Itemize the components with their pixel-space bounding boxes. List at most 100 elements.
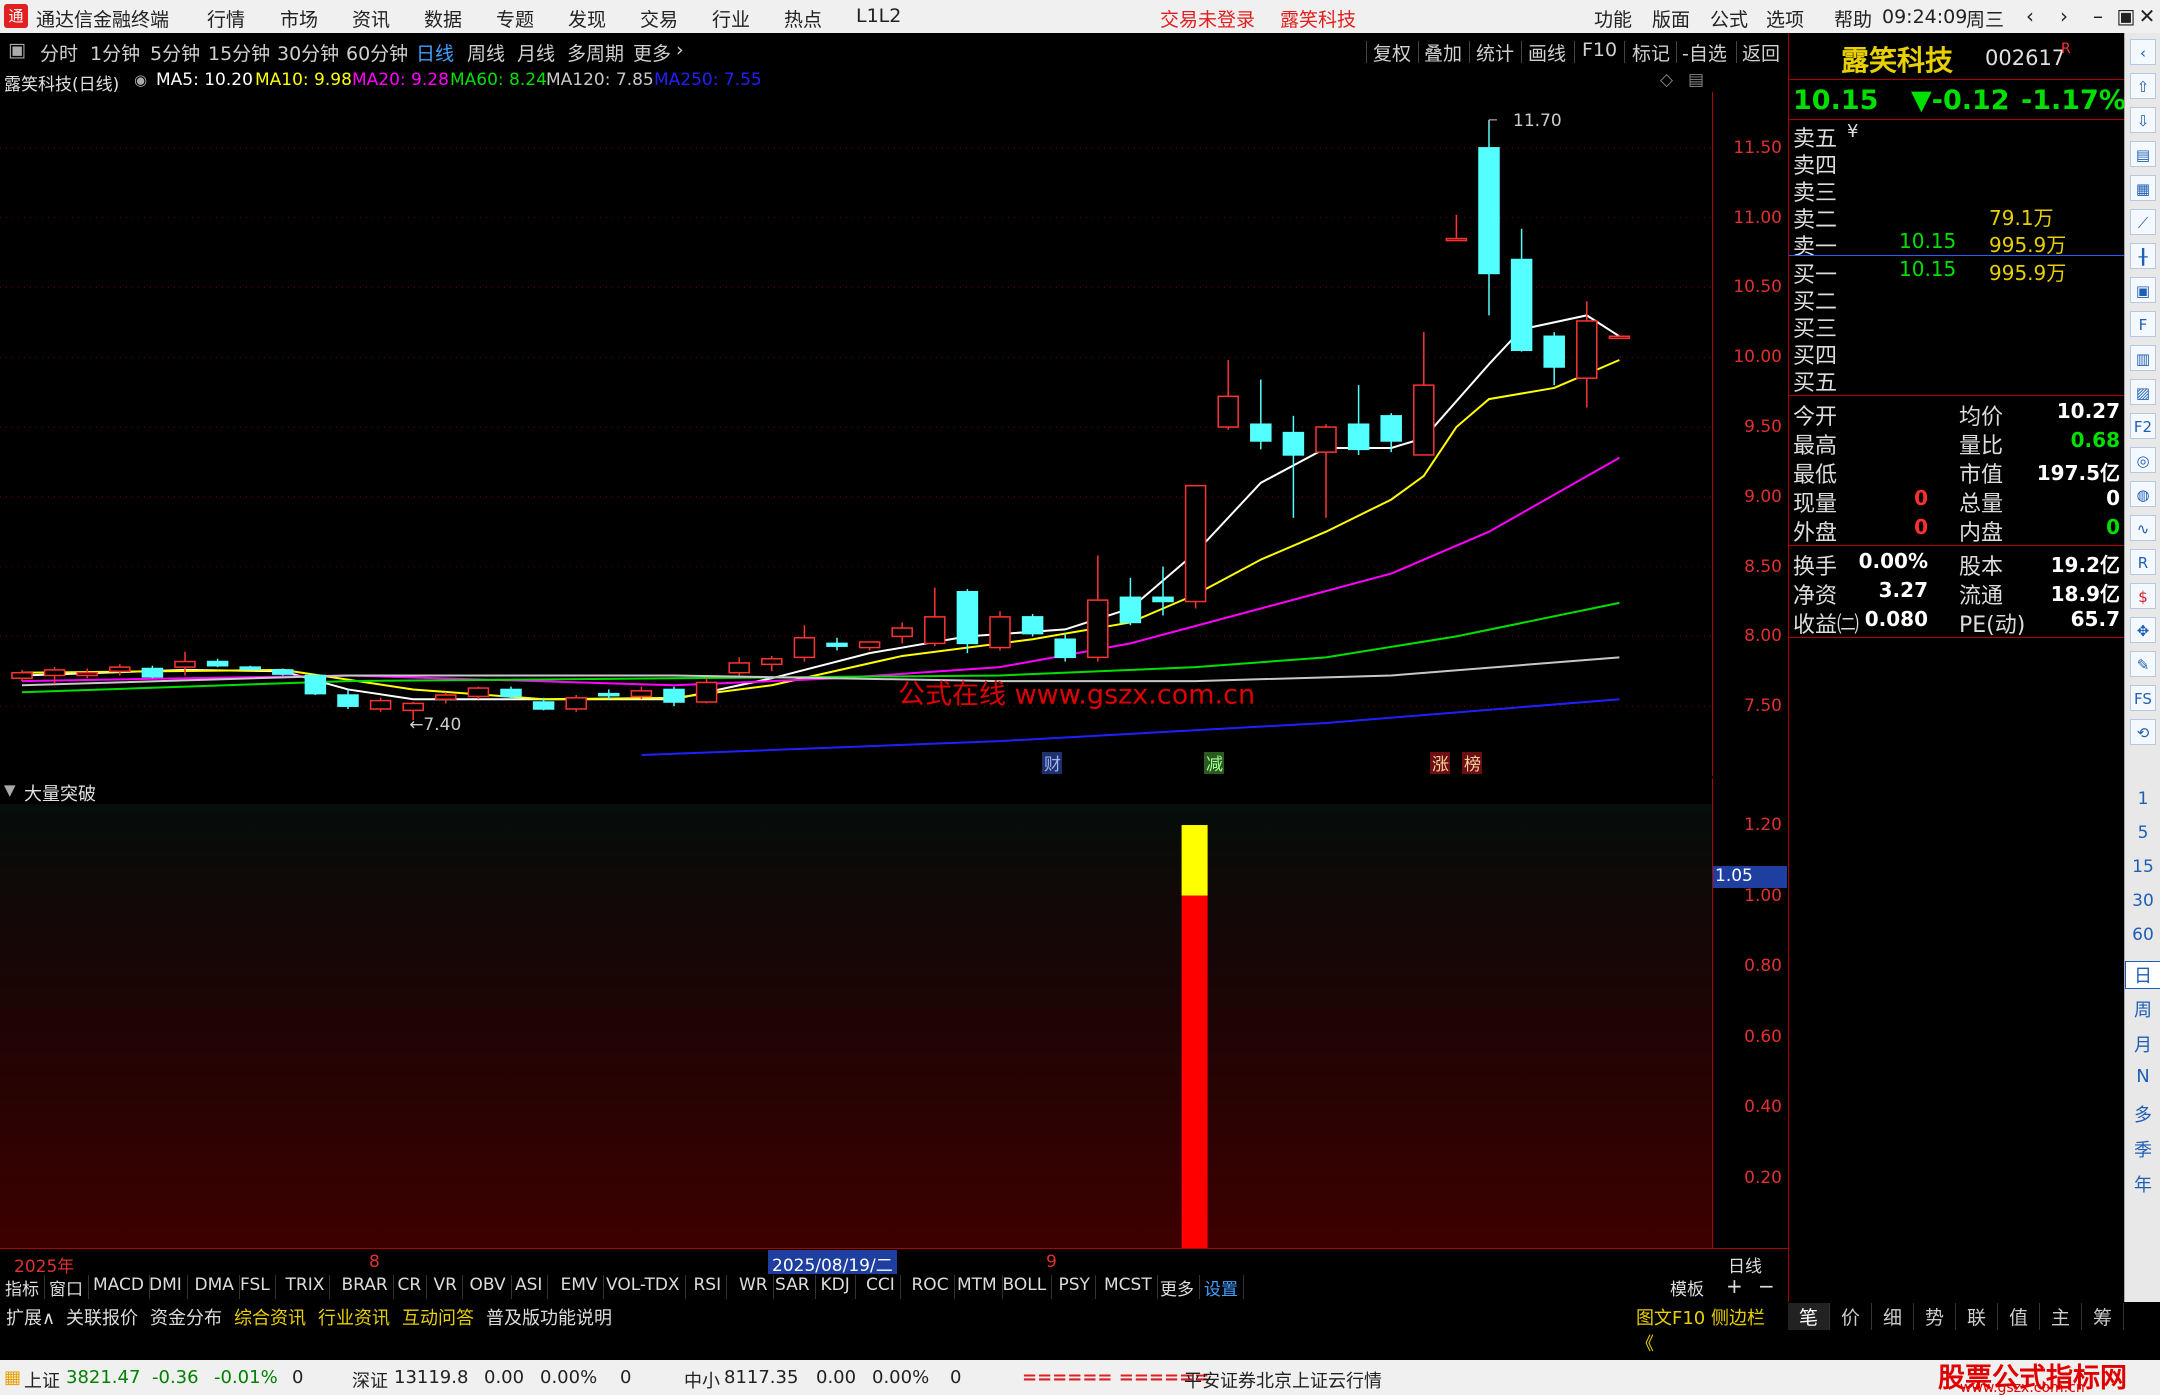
ext-help[interactable]: 普及版功能说明 — [486, 1304, 612, 1330]
tool-fuquan[interactable]: 复权 — [1373, 39, 1411, 66]
menu-bangzhu[interactable]: 帮助 — [1834, 5, 1872, 32]
candle[interactable] — [11, 669, 33, 682]
trade-login-status[interactable]: 交易未登录 — [1160, 5, 1255, 32]
indicator-tab-0[interactable]: 指标 — [0, 1275, 45, 1300]
sub-indicator-chart[interactable] — [0, 804, 1712, 1248]
bid-row[interactable]: 买二 — [1789, 284, 2124, 315]
wave-icon[interactable]: ∿ — [2130, 515, 2156, 541]
menu-banmian[interactable]: 版面 — [1652, 5, 1690, 32]
sidebar-period-4[interactable]: 多 — [2125, 1101, 2160, 1127]
candle[interactable] — [1087, 555, 1109, 662]
candle[interactable] — [891, 622, 913, 644]
indicator-tab-15[interactable]: WR — [734, 1275, 774, 1299]
dollar-icon[interactable]: $ — [2130, 583, 2156, 609]
candle[interactable] — [695, 678, 718, 704]
period-5min[interactable]: 5分钟 — [150, 39, 200, 66]
candle[interactable] — [1510, 228, 1533, 352]
indicator-tab-19[interactable]: ROC — [907, 1275, 955, 1299]
line-chart-icon[interactable]: ⟋ — [2130, 209, 2156, 235]
bid-row[interactable]: 买四 — [1789, 338, 2124, 369]
close-icon[interactable]: ✕ — [2134, 2, 2160, 30]
add-indicator-button[interactable]: + — [1726, 1274, 1743, 1298]
chevron-right-icon[interactable]: › — [676, 39, 684, 61]
indicator-tab-16[interactable]: SAR — [770, 1275, 816, 1299]
candle[interactable] — [663, 686, 685, 707]
indicator-tab-21[interactable]: BOLL — [998, 1275, 1053, 1299]
settings-toggle-icon[interactable]: ◉ — [134, 71, 147, 89]
ask-row[interactable]: 卖三 — [1789, 175, 2124, 206]
candle[interactable] — [76, 668, 98, 679]
indicator-tab-3[interactable]: DMI — [144, 1275, 188, 1299]
menu-faxian[interactable]: 发现 — [568, 5, 606, 32]
index-sh-name[interactable]: 上证 — [24, 1367, 60, 1393]
indicator-tab-8[interactable]: CR — [393, 1275, 428, 1299]
index-zx-name[interactable]: 中小 — [684, 1367, 720, 1393]
rsi-icon[interactable]: R — [2130, 549, 2156, 575]
candlestick-chart[interactable]: 11.70 ←7.40 公式在线 www.gszx.com.cn 财 减 涨榜 — [0, 92, 1712, 776]
sidebar-period-6[interactable]: 年 — [2125, 1171, 2160, 1197]
candle-chart-icon[interactable]: ╂ — [2130, 243, 2156, 269]
period-1min[interactable]: 1分钟 — [90, 39, 140, 66]
event-marker[interactable]: 减 — [1204, 752, 1224, 775]
bid-row[interactable]: 买三 — [1789, 311, 2124, 342]
tool-biaoji[interactable]: 标记 — [1632, 39, 1670, 66]
template-button[interactable]: 模板 — [1670, 1275, 1704, 1300]
period-multi[interactable]: 多周期 — [567, 39, 624, 66]
indicator-tab-23[interactable]: MCST — [1099, 1275, 1158, 1299]
event-marker[interactable]: 涨 — [1430, 752, 1450, 775]
chevron-left-icon[interactable]: ‹ — [2130, 39, 2156, 65]
period-60min[interactable]: 60分钟 — [346, 39, 408, 66]
indicator-tab-7[interactable]: BRAR — [337, 1275, 394, 1299]
ask-row[interactable]: 卖五 ¥ — [1789, 121, 2124, 152]
indicator-tab-9[interactable]: VR — [429, 1275, 463, 1299]
index-sz-name[interactable]: 深证 — [352, 1367, 388, 1393]
indicator-tab-20[interactable]: MTM — [952, 1275, 1003, 1299]
candle[interactable] — [728, 657, 750, 676]
sidebar-minute-60[interactable]: 60 — [2125, 925, 2160, 945]
indicator-tab-2[interactable]: MACD — [88, 1275, 150, 1299]
sidebar-minute-5[interactable]: 5 — [2125, 823, 2160, 843]
sidebar-period-5[interactable]: 季 — [2125, 1136, 2160, 1162]
candle[interactable] — [989, 611, 1011, 651]
indicator-tab-24[interactable]: 更多 — [1155, 1275, 1200, 1300]
candle[interactable] — [369, 697, 392, 712]
table-icon[interactable]: ▦ — [2130, 175, 2156, 201]
candle[interactable] — [793, 625, 816, 662]
menu-zhuanti[interactable]: 专题 — [496, 5, 534, 32]
bid-row[interactable]: 买一 10.15 995.9万 — [1789, 257, 2124, 288]
indicator-tab-6[interactable]: TRIX — [281, 1275, 331, 1299]
candle[interactable] — [467, 686, 490, 700]
ext-f10-sidebar[interactable]: 图文F10 侧边栏 《 — [1636, 1304, 1788, 1356]
menu-hangye[interactable]: 行业 — [712, 5, 750, 32]
menu-l1l2[interactable]: L1L2 — [856, 5, 901, 27]
candle[interactable] — [1413, 332, 1435, 456]
candle[interactable] — [858, 641, 881, 651]
menu-hangqing[interactable]: 行情 — [207, 5, 245, 32]
menu-gongneng[interactable]: 功能 — [1594, 5, 1632, 32]
indicator-tab-10[interactable]: OBV — [465, 1275, 512, 1299]
indicator-tab-11[interactable]: ASI — [510, 1275, 549, 1299]
panel-toggle-icon[interactable]: ▣ — [8, 39, 26, 61]
window-icon[interactable]: ▤ — [1688, 70, 1704, 90]
arrow-up-icon[interactable]: ⇧ — [2130, 73, 2156, 99]
refresh-icon[interactable]: ⟲ — [2130, 719, 2156, 745]
indicator-tab-14[interactable]: RSI — [689, 1275, 728, 1299]
menu-jiaoyi[interactable]: 交易 — [640, 5, 678, 32]
sidebar-period-3[interactable]: N — [2125, 1066, 2160, 1087]
sidebar-minute-15[interactable]: 15 — [2125, 857, 2160, 877]
tool-tongji[interactable]: 统计 — [1476, 39, 1514, 66]
abc-icon[interactable]: ◎ — [2130, 447, 2156, 473]
news-icon[interactable]: ▣ — [2130, 277, 2156, 303]
candle[interactable] — [956, 588, 979, 654]
pen-icon[interactable]: ✎ — [2130, 651, 2156, 677]
sidebar-period-2[interactable]: 月 — [2125, 1031, 2160, 1057]
indicator-tab-12[interactable]: EMV — [556, 1275, 604, 1299]
period-weekly[interactable]: 周线 — [467, 39, 505, 66]
indicator-tab-18[interactable]: CCI — [861, 1275, 901, 1299]
candle[interactable] — [1250, 379, 1272, 450]
compass-icon[interactable]: ◍ — [2130, 481, 2156, 507]
candle[interactable] — [1217, 360, 1239, 430]
candle[interactable] — [1347, 385, 1370, 455]
back-arrow-icon[interactable]: ‹ — [2012, 2, 2048, 30]
indicator-tab-13[interactable]: VOL-TDX — [601, 1275, 686, 1299]
